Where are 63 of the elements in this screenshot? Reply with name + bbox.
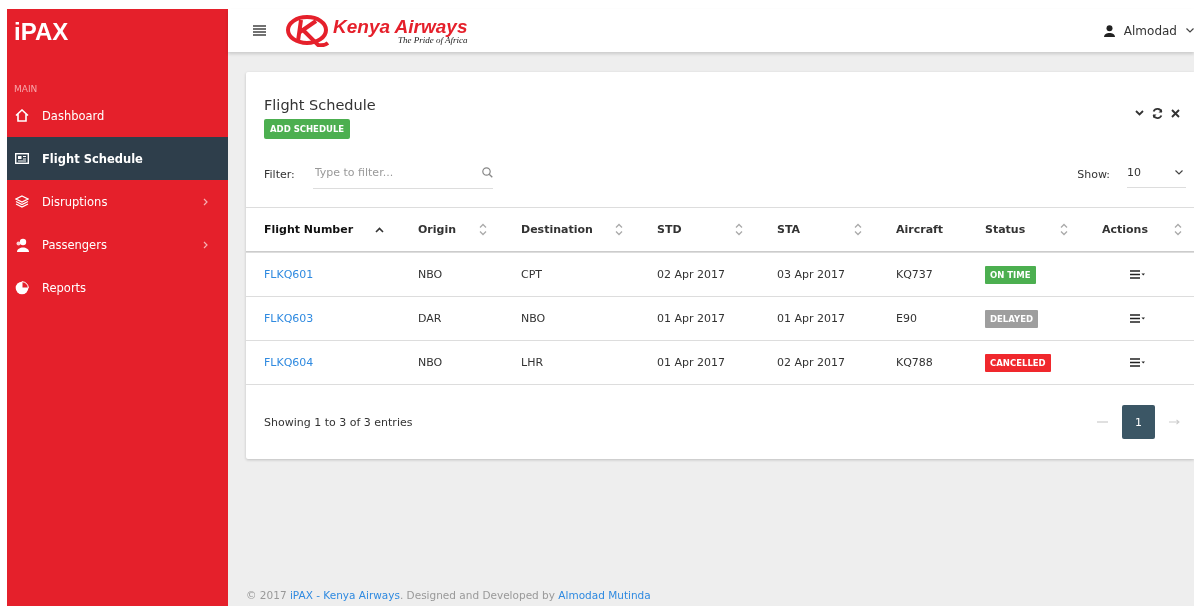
logo-name: Kenya Airways	[333, 16, 468, 36]
actions-menu-icon[interactable]	[1130, 270, 1145, 279]
search-icon[interactable]	[481, 167, 493, 178]
chevron-down-icon	[1175, 170, 1183, 175]
column-header[interactable]: STA	[777, 223, 801, 236]
table-cell-text: 02 Apr 2017	[657, 268, 726, 281]
page-button[interactable]: 1	[1122, 405, 1155, 439]
table-cell-text: CPT	[521, 268, 544, 281]
flight-link[interactable]: FLKQ604	[264, 356, 418, 369]
column-header[interactable]: Origin	[418, 223, 457, 236]
people-icon	[15, 237, 30, 252]
refresh-icon[interactable]	[1152, 107, 1163, 119]
status-badge: ON TIME	[985, 265, 1036, 284]
filter-label: Filter:	[264, 167, 295, 181]
footer-text: © 2017 iPAX - Kenya Airways. Designed and Developed by Almodad Mutinda	[246, 589, 652, 603]
show-label: Show:	[1077, 167, 1110, 181]
sidebar-item[interactable]: Flight Schedule	[7, 137, 228, 180]
sidebar-item[interactable]: Reports	[7, 266, 228, 309]
column-header[interactable]: Actions	[1102, 223, 1148, 236]
pie-chart-icon	[15, 280, 29, 295]
menu-icon[interactable]	[253, 25, 266, 36]
table-cell-text: LHR	[521, 356, 545, 369]
airline-logo-icon	[286, 14, 330, 47]
table-cell-text: NBO	[521, 312, 547, 325]
user-name[interactable]: Almodad	[1123, 23, 1177, 38]
column-header[interactable]: Status	[985, 223, 1026, 236]
column-header[interactable]: STD	[657, 223, 682, 236]
status-badge: DELAYED	[985, 309, 1039, 328]
sidebar-item[interactable]: Dashboard	[7, 94, 228, 137]
column-header[interactable]: Destination	[521, 223, 593, 236]
table-cell-text: NBO	[418, 356, 444, 369]
sidebar-item[interactable]: Disruptions	[7, 180, 228, 223]
column-header[interactable]: Flight Number	[264, 223, 354, 236]
home-icon	[15, 109, 29, 122]
entries-info: Showing 1 to 3 of 3 entries	[264, 415, 413, 429]
flight-link[interactable]: FLKQ603	[264, 312, 418, 325]
section-label: MAIN	[14, 84, 38, 94]
column-header[interactable]: Aircraft	[896, 223, 944, 236]
page-size-select[interactable]: 10	[1127, 160, 1186, 188]
card-title: Flight Schedule	[264, 97, 376, 113]
close-icon[interactable]	[1171, 108, 1180, 118]
table-cell-text: E90	[896, 312, 918, 325]
table-cell-text: DAR	[418, 312, 443, 325]
user-icon	[1103, 24, 1115, 37]
actions-menu-icon[interactable]	[1130, 314, 1145, 323]
collapse-icon[interactable]	[1135, 110, 1144, 116]
table-cell-text: 01 Apr 2017	[657, 356, 726, 369]
actions-menu-icon[interactable]	[1130, 358, 1145, 367]
table-cell-text: 01 Apr 2017	[657, 312, 726, 325]
app-logo[interactable]: iPAX	[7, 9, 76, 53]
table-cell-text: 02 Apr 2017	[777, 356, 846, 369]
status-badge: CANCELLED	[985, 353, 1051, 372]
table-cell-text: 01 Apr 2017	[777, 312, 846, 325]
table-cell-text: KQ788	[896, 356, 934, 369]
table-cell-text: KQ737	[896, 268, 934, 281]
newspaper-icon	[15, 153, 29, 164]
sort-ascending-icon[interactable]	[375, 226, 384, 233]
layers-icon	[15, 195, 29, 208]
flight-link[interactable]: FLKQ601	[264, 268, 418, 281]
table-cell-text: 03 Apr 2017	[777, 268, 846, 281]
chevron-down-icon[interactable]	[1186, 28, 1194, 33]
sidebar-item[interactable]: Passengers	[7, 223, 228, 266]
table-cell-text: NBO	[418, 268, 444, 281]
